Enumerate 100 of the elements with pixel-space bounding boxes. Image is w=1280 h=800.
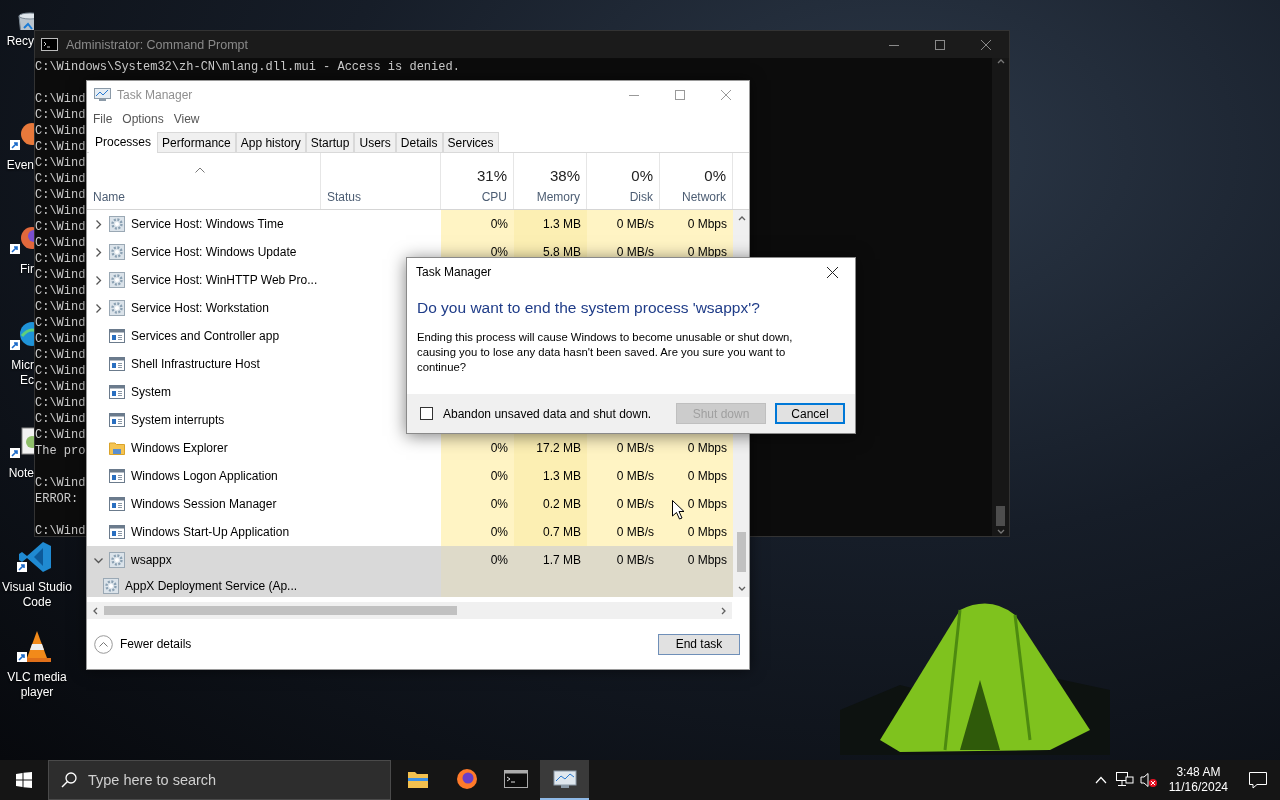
process-name: Service Host: Workstation — [131, 301, 269, 315]
metric-value: 0 MB/s — [616, 245, 654, 259]
chevron-right-icon[interactable] — [93, 303, 103, 313]
console-line: ERROR: — [35, 491, 79, 507]
tab[interactable]: Services — [442, 132, 499, 153]
end-task-button[interactable]: End task — [658, 633, 740, 655]
chevron-right-icon[interactable] — [93, 275, 103, 285]
search-field[interactable]: Type here to search — [48, 760, 391, 800]
window-title: Task Manager — [117, 87, 193, 102]
process-row[interactable]: Windows Explorer 0% 17.2 MB 0 MB/s 0 Mbps — [87, 434, 733, 462]
metric-value: 0 Mbps — [687, 497, 727, 511]
desktop-icon-label[interactable]: Visual Studio — [2, 580, 72, 595]
tab[interactable]: App history — [235, 132, 306, 153]
taskbar-app[interactable] — [540, 760, 589, 800]
tab[interactable]: Users — [354, 132, 396, 153]
process-row[interactable]: Windows Start-Up Application 0% 0.7 MB 0 MB/s 0 Mbps — [87, 518, 733, 546]
metric-value: 1.3 MB — [543, 217, 581, 231]
column-header[interactable]: Network — [682, 190, 726, 204]
column-header[interactable]: CPU — [481, 190, 507, 204]
gear-icon — [109, 244, 125, 260]
column-header[interactable]: Disk — [629, 190, 653, 204]
clock-time: 3:48 AM — [1176, 765, 1221, 780]
clock[interactable]: 3:48 AM 11/16/2024 — [1160, 765, 1236, 795]
tab[interactable]: Details — [395, 132, 443, 153]
dialog-message: Ending this process will cause Windows to become unusable or shut down, causing you to lose any data hasn't been saved. Are you sure you want to continue? — [417, 330, 794, 375]
process-name: Services and Controller app — [131, 329, 280, 343]
process-row[interactable]: wsappx 0% 1.7 MB 0 MB/s 0 Mbps — [87, 546, 733, 574]
desktop-icon-label[interactable]: Fir — [0, 262, 34, 277]
tab[interactable]: Startup — [305, 132, 355, 153]
column-header[interactable]: Memory — [536, 190, 580, 204]
horizontal-scrollbar[interactable] — [104, 602, 715, 619]
metric-value: 1.3 MB — [543, 469, 581, 483]
console-line: C:\Wind — [35, 155, 86, 171]
chevron-right-icon[interactable] — [93, 247, 103, 257]
process-name: Service Host: Windows Time — [131, 217, 284, 231]
scrollbar-thumb[interactable] — [737, 532, 746, 572]
process-row[interactable]: Windows Logon Application 0% 1.3 MB 0 MB/s 0 Mbps — [87, 462, 733, 490]
console-line: C:\Wind — [35, 299, 86, 315]
terminal-icon — [41, 38, 58, 51]
window-icon — [109, 469, 125, 483]
search-icon — [61, 772, 77, 788]
desktop-icon-label[interactable]: Code — [22, 595, 52, 610]
checkbox[interactable] — [420, 407, 433, 420]
desktop-icon-label[interactable]: Note — [0, 466, 34, 481]
process-name: Windows Logon Application — [131, 469, 278, 483]
chevron-up-icon[interactable] — [1094, 776, 1107, 784]
column-header[interactable]: Status — [327, 190, 362, 204]
tab[interactable]: Performance — [157, 132, 236, 153]
network-icon[interactable] — [1115, 772, 1134, 788]
column-percent: 0% — [704, 167, 726, 184]
menu-item[interactable]: File — [88, 112, 118, 126]
console-line: C:\Windows\System32\zh-CN\mlang.dll.mui - Access is denied. — [35, 59, 460, 75]
desktop-icon-label[interactable]: VLC media — [7, 670, 67, 685]
window-icon — [109, 525, 125, 539]
window-icon — [109, 385, 125, 399]
process-row[interactable]: Service Host: Windows Time 0% 1.3 MB 0 MB/s 0 Mbps — [87, 210, 733, 238]
menu-item[interactable]: Options — [117, 112, 169, 126]
desktop-icon-label[interactable]: player — [20, 685, 54, 700]
process-name: Windows Explorer — [131, 441, 228, 455]
scrollbar[interactable] — [992, 58, 1009, 536]
chevron-up-circle-icon[interactable] — [94, 634, 113, 654]
metric-value: 0 Mbps — [687, 217, 727, 231]
metric-value: 0% — [490, 553, 508, 567]
windows-logo-icon[interactable] — [16, 772, 32, 788]
desktop-icon-label[interactable]: Even — [0, 158, 34, 173]
gear-icon — [109, 272, 125, 288]
notification-icon[interactable] — [1249, 771, 1267, 789]
volume-muted-icon[interactable] — [1139, 772, 1158, 788]
process-name: Windows Start-Up Application — [131, 525, 290, 539]
chevron-down-icon[interactable] — [93, 555, 103, 565]
maximize-icon[interactable] — [675, 89, 685, 100]
metric-value: 0% — [490, 525, 508, 539]
metric-value: 0 Mbps — [687, 553, 727, 567]
gear-icon — [109, 300, 125, 316]
menu-item[interactable]: View — [168, 112, 205, 126]
chevron-right-icon[interactable] — [93, 219, 103, 229]
checkbox-label[interactable]: Abandon unsaved data and shut down. — [443, 406, 652, 421]
gear-icon — [109, 216, 125, 232]
metric-value: 1.7 MB — [543, 553, 581, 567]
console-line: C:\Wind — [35, 171, 86, 187]
column-percent: 31% — [476, 167, 507, 184]
desktop-icon-label[interactable]: Recy — [0, 34, 34, 49]
metric-value: 0 MB/s — [616, 497, 654, 511]
scrollbar-thumb[interactable] — [996, 506, 1005, 526]
dialog-button[interactable]: Cancel — [775, 403, 845, 424]
sort-caret-icon[interactable] — [195, 167, 205, 173]
process-child-row[interactable]: AppX Deployment Service (Ap... — [87, 574, 733, 597]
desktop-icon-label[interactable]: Ec — [0, 373, 34, 388]
column-header[interactable]: Name — [93, 190, 125, 204]
close-icon[interactable] — [826, 266, 838, 278]
process-row[interactable]: Windows Session Manager 0% 0.2 MB 0 MB/s 0 Mbps — [87, 490, 733, 518]
metric-value: 0% — [490, 245, 508, 259]
desktop-icon-label[interactable]: Micr — [0, 358, 34, 373]
metric-value: 0 MB/s — [616, 553, 654, 567]
fewer-details-link[interactable]: Fewer details — [120, 637, 192, 651]
console-line: C:\Wind — [35, 91, 86, 107]
terminal-icon — [503, 770, 528, 788]
metric-value: 0 Mbps — [687, 525, 727, 539]
maximize-icon[interactable] — [935, 39, 945, 50]
console-line: C:\Wind — [35, 203, 86, 219]
